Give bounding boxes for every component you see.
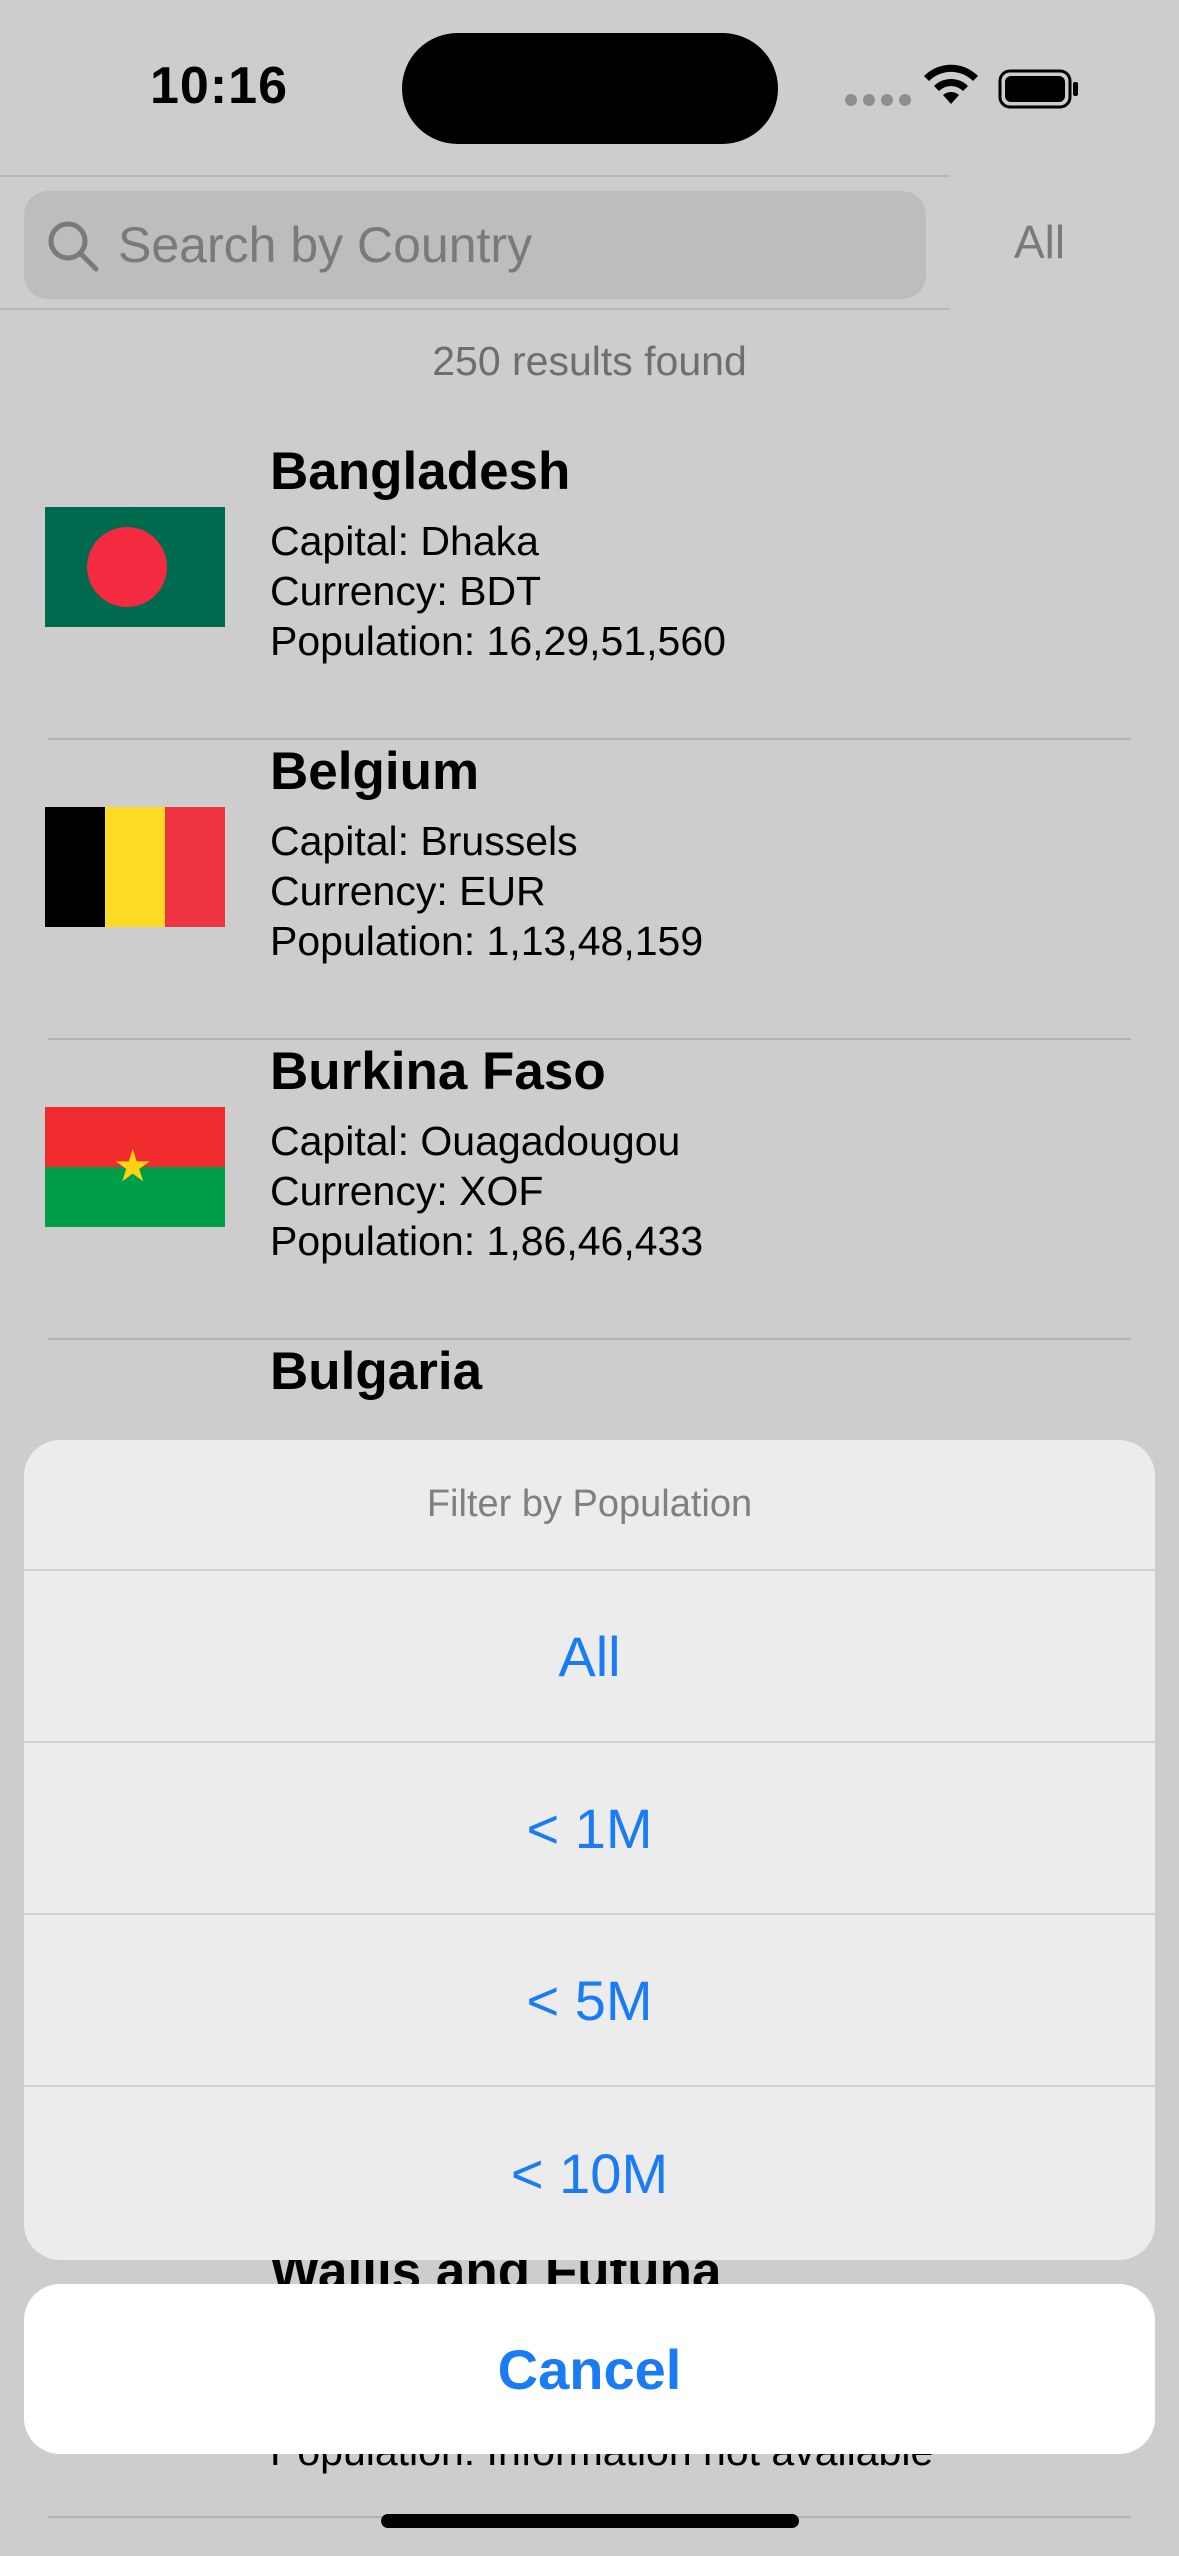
country-currency: Currency: EUR <box>270 868 546 914</box>
cancel-button[interactable]: Cancel <box>24 2284 1155 2454</box>
battery-icon <box>998 69 1078 109</box>
action-sheet-title: Filter by Population <box>24 1440 1155 1571</box>
filter-option-under-10m[interactable]: < 10M <box>24 2087 1155 2259</box>
results-count: 250 results found <box>432 338 747 384</box>
cellular-signal-icon <box>845 94 911 106</box>
status-time: 10:16 <box>150 57 288 115</box>
country-name: Belgium <box>270 742 480 801</box>
filter-option-all[interactable]: All <box>24 1571 1155 1743</box>
search-icon <box>48 221 99 272</box>
belgium-flag-image <box>45 807 225 927</box>
country-name: Bangladesh <box>270 442 571 501</box>
country-list: Bangladesh Capital: Dhaka Currency: BDT … <box>0 440 1179 1540</box>
home-indicator[interactable] <box>381 2514 799 2528</box>
country-population: Population: 1,13,48,159 <box>270 918 704 964</box>
country-name: Bulgaria <box>270 1342 483 1401</box>
filter-option-under-1m[interactable]: < 1M <box>24 1743 1155 1915</box>
wifi-icon <box>924 64 978 104</box>
search-input[interactable] <box>118 209 878 281</box>
country-currency: Currency: BDT <box>270 568 542 614</box>
country-capital: Capital: Dhaka <box>270 518 539 564</box>
search-box[interactable] <box>24 191 926 299</box>
bangladesh-flag-image <box>45 507 225 627</box>
population-filter-button[interactable]: All <box>1014 215 1065 269</box>
star-icon: ★ <box>113 1142 153 1191</box>
country-population: Population: 16,29,51,560 <box>270 618 726 664</box>
search-bar-container <box>0 175 950 310</box>
country-currency: Currency: XOF <box>270 1168 544 1214</box>
status-bar: 10:16 <box>0 0 1179 175</box>
list-item[interactable]: Bangladesh Capital: Dhaka Currency: BDT … <box>0 440 1179 740</box>
filter-option-under-5m[interactable]: < 5M <box>24 1915 1155 2087</box>
country-name: Burkina Faso <box>270 1042 606 1101</box>
country-capital: Capital: Brussels <box>270 818 578 864</box>
dynamic-island <box>402 33 778 144</box>
population-filter-action-sheet: Filter by Population All < 1M < 5M < 10M <box>24 1440 1155 2260</box>
list-item[interactable]: Belgium Capital: Brussels Currency: EUR … <box>0 740 1179 1040</box>
country-capital: Capital: Ouagadougou <box>270 1118 681 1164</box>
list-item[interactable]: ★ Burkina Faso Capital: Ouagadougou Curr… <box>0 1040 1179 1340</box>
country-population: Population: 1,86,46,433 <box>270 1218 704 1264</box>
burkina-faso-flag-image: ★ <box>45 1107 225 1227</box>
